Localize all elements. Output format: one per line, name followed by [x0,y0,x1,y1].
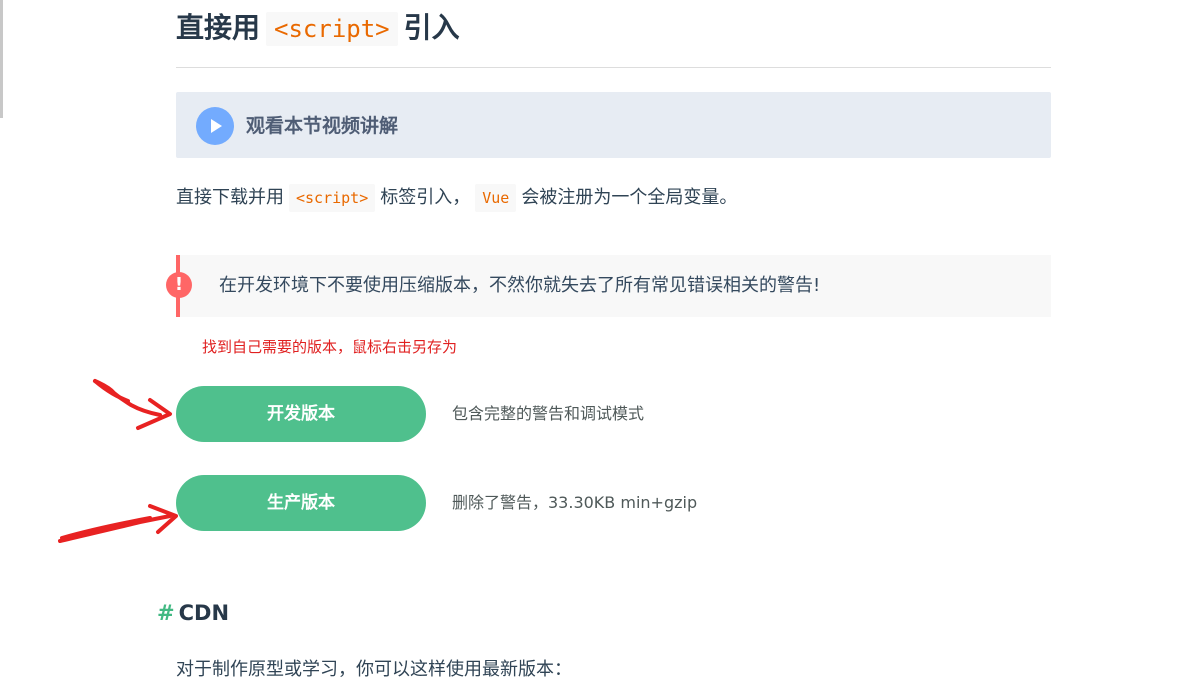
page-title: 直接用 <script> 引入 [176,8,460,49]
intro-text-1: 直接下载并用 [176,187,284,208]
user-annotation-note: 找到自己需要的版本，鼠标右击另存为 [202,338,458,356]
arrow-to-production-button [58,504,178,543]
title-code: <script> [266,12,398,46]
anchor-hash-link[interactable]: # [157,601,175,625]
title-divider [176,67,1051,68]
window-edge-scrollbar[interactable] [0,0,3,118]
cdn-paragraph: 对于制作原型或学习，你可以这样使用最新版本： [176,659,572,680]
download-row-production: 生产版本 删除了警告，33.30KB min+gzip [176,475,876,531]
intro-text-2: 标签引入， [380,187,471,208]
warning-tip-text: 在开发环境下不要使用压缩版本，不然你就失去了所有常见错误相关的警告! [219,275,821,296]
title-prefix: 直接用 [176,11,261,44]
play-icon[interactable] [196,107,234,145]
download-row-development: 开发版本 包含完整的警告和调试模式 [176,386,876,442]
warning-icon: ! [166,272,192,298]
cdn-heading: # CDN [157,598,229,628]
arrow-to-development-button [93,379,172,430]
cdn-heading-text: CDN [178,601,230,625]
development-version-button[interactable]: 开发版本 [176,386,426,442]
intro-paragraph: 直接下载并用 <script> 标签引入， Vue 会被注册为一个全局变量。 [176,180,737,216]
intro-text-3: 会被注册为一个全局变量。 [521,187,738,208]
video-lesson-link[interactable]: 观看本节视频讲解 [176,92,1051,158]
production-version-description: 删除了警告，33.30KB min+gzip [452,493,698,512]
intro-code-script: <script> [289,184,376,212]
title-suffix: 引入 [403,11,460,44]
production-version-button[interactable]: 生产版本 [176,475,426,531]
video-lesson-label[interactable]: 观看本节视频讲解 [246,112,398,140]
warning-tip: ! 在开发环境下不要使用压缩版本，不然你就失去了所有常见错误相关的警告! [166,255,1051,317]
development-version-description: 包含完整的警告和调试模式 [452,404,645,423]
intro-code-vue: Vue [475,184,517,212]
